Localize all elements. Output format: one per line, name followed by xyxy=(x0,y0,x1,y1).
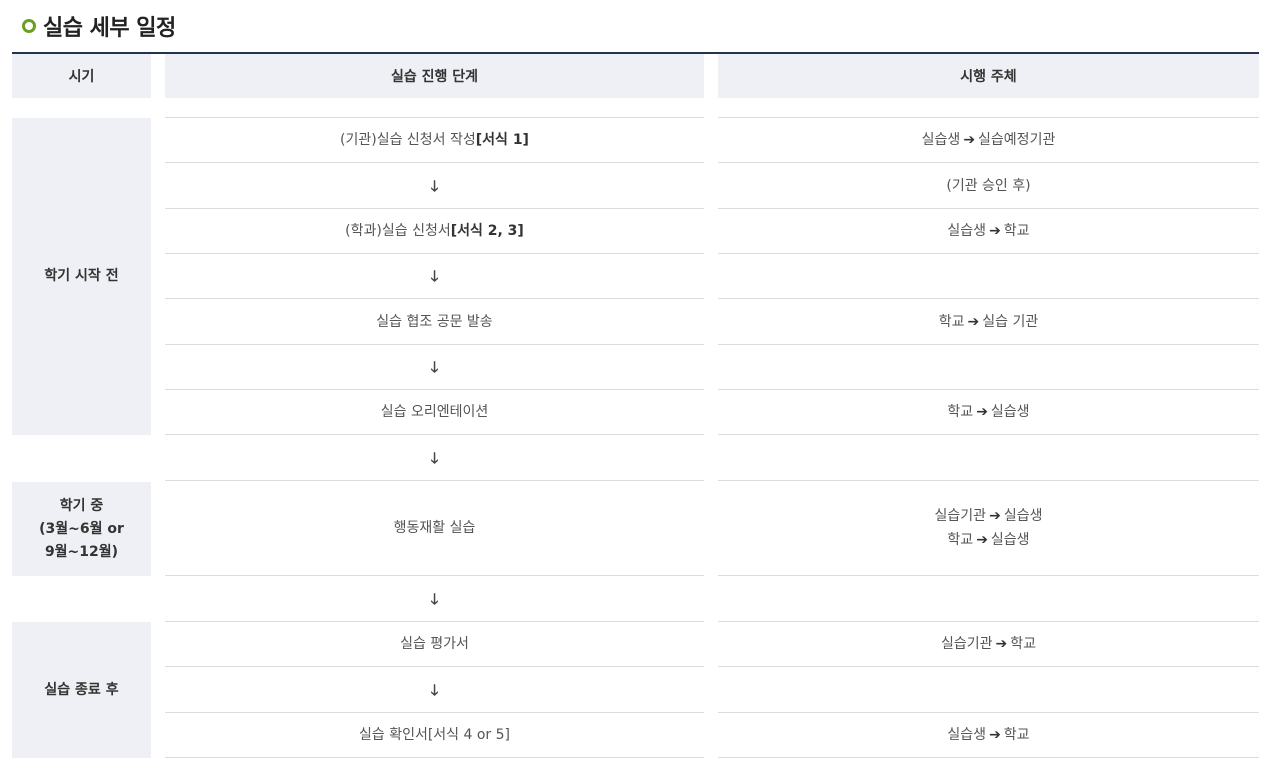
arrow-down-icon: 🡓 xyxy=(430,266,439,285)
actor-cell-empty xyxy=(718,435,1259,481)
actor-to: 실습예정기관 xyxy=(978,132,1056,148)
flow-arrow-cell: 🡓 xyxy=(165,253,704,299)
actor-cell: 실습생 ➔ 실습예정기관 xyxy=(718,117,1259,163)
arrow-down-icon: 🡓 xyxy=(430,680,439,699)
arrow-right-icon: ➔ xyxy=(967,313,980,330)
form-ref: [서식 1] xyxy=(475,132,529,148)
arrow-right-icon: ➔ xyxy=(976,531,988,548)
step-text: (기관)실습 신청서 작성 xyxy=(340,132,476,148)
flow-arrow-cell: 🡓 xyxy=(165,163,704,209)
actor-from: 실습생 xyxy=(947,222,987,239)
actor-from: 실습생 xyxy=(921,132,961,148)
header-period: 시기 xyxy=(12,54,151,98)
period-before-semester: 학기 시작 전 xyxy=(12,118,151,435)
step-cell: 실습 협조 공문 발송 xyxy=(165,299,704,345)
actor-from: 학교 xyxy=(947,531,974,548)
arrow-right-icon: ➔ xyxy=(989,507,1001,524)
actor-to: 실습 기관 xyxy=(982,313,1039,330)
actor-cell-empty xyxy=(718,253,1259,299)
step-text: 실습 협조 공문 발송 xyxy=(376,313,493,330)
period-during-label: 학기 중 xyxy=(59,497,104,514)
arrow-right-icon: ➔ xyxy=(976,403,988,420)
step-text: 실습 평가서 xyxy=(400,635,469,652)
arrow-down-icon: 🡓 xyxy=(430,357,439,376)
actor-from: 학교 xyxy=(947,403,974,420)
step-cell: 실습 평가서 xyxy=(165,621,704,667)
actor-to: 실습생 xyxy=(990,403,1030,420)
step-text: 실습 오리엔테이션 xyxy=(380,403,489,420)
step-text: 행동재활 실습 xyxy=(393,519,476,536)
actor-from: 학교 xyxy=(938,313,965,330)
actor-from: 실습기관 xyxy=(940,635,993,652)
arrow-down-icon: 🡓 xyxy=(430,176,439,195)
flow-arrow-cell: 🡓 xyxy=(165,576,704,622)
step-cell: (학과)실습 신청서[서식 2, 3] xyxy=(165,208,704,254)
step-cell: 실습 오리엔테이션 xyxy=(165,389,704,435)
actor-cell: 실습생 ➔ 학교 xyxy=(718,208,1259,254)
actor-cell: 실습기관 ➔ 학교 xyxy=(718,621,1259,667)
arrow-down-icon: 🡓 xyxy=(430,589,439,608)
actor-cell: 학교 ➔ 실습생 xyxy=(718,389,1259,435)
actor-cell: (기관 승인 후) xyxy=(718,163,1259,209)
arrow-down-icon: 🡓 xyxy=(430,448,439,467)
flow-arrow-cell: 🡓 xyxy=(165,667,704,713)
actor-cell: 실습생 ➔ 학교 xyxy=(718,712,1259,758)
actor-from: 실습기관 xyxy=(934,507,987,524)
period-during-semester: 학기 중 (3월~6월 or 9월~12월) xyxy=(12,482,151,576)
actor-cell-empty xyxy=(718,344,1259,390)
header-actor: 시행 주체 xyxy=(718,54,1259,98)
actor-to: 학교 xyxy=(1003,726,1030,743)
step-cell: 행동재활 실습 xyxy=(165,480,704,576)
actor-cell: 학교 ➔ 실습 기관 xyxy=(718,299,1259,345)
actor-to: 실습생 xyxy=(990,531,1030,548)
period-during-range-2: 9월~12월) xyxy=(44,543,119,560)
form-ref: [서식 2, 3] xyxy=(450,222,524,239)
header-step: 실습 진행 단계 xyxy=(165,54,704,98)
step-cell: 실습 확인서[서식 4 or 5] xyxy=(165,712,704,758)
actor-note: (기관 승인 후) xyxy=(946,177,1031,194)
period-during-range-1: (3월~6월 or xyxy=(39,520,124,537)
actor-to: 실습생 xyxy=(1003,507,1043,524)
green-ring-icon xyxy=(22,19,36,33)
actor-cell-empty xyxy=(718,576,1259,622)
section-title: 실습 세부 일정 xyxy=(22,10,176,42)
actor-to: 학교 xyxy=(1003,222,1030,239)
step-text: 실습 확인서[서식 4 or 5] xyxy=(358,726,511,743)
arrow-right-icon: ➔ xyxy=(963,132,976,148)
actor-cell-empty xyxy=(718,667,1259,713)
flow-arrow-cell: 🡓 xyxy=(165,435,704,481)
period-after-practice: 실습 종료 후 xyxy=(12,622,151,758)
page-title: 실습 세부 일정 xyxy=(43,16,176,41)
arrow-right-icon: ➔ xyxy=(989,726,1001,743)
step-text: (학과)실습 신청서 xyxy=(345,222,451,239)
flow-arrow-cell: 🡓 xyxy=(165,344,704,390)
step-cell: (기관)실습 신청서 작성[서식 1] xyxy=(165,117,704,163)
actor-from: 실습생 xyxy=(947,726,987,743)
arrow-right-icon: ➔ xyxy=(995,635,1008,652)
actor-cell: 실습기관 ➔ 실습생 학교 ➔ 실습생 xyxy=(718,480,1259,576)
arrow-right-icon: ➔ xyxy=(989,222,1001,239)
actor-to: 학교 xyxy=(1010,635,1037,652)
